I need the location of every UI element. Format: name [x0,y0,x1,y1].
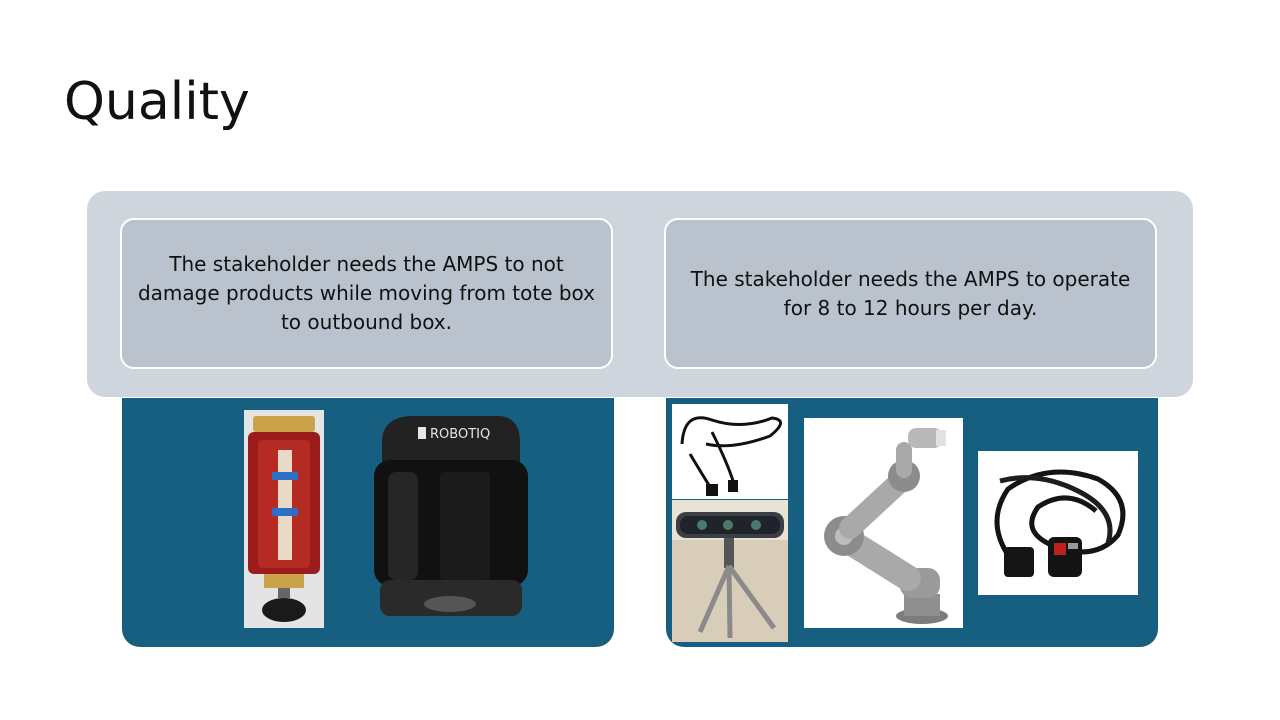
slide-title: Quality [64,72,250,132]
robotiq-gripper-image: ROBOTIQ [374,416,528,616]
requirement-text: The stakeholder needs the AMPS to not da… [137,252,596,334]
gripper-images-panel: ROBOTIQ [122,398,614,647]
depth-camera-image [672,500,788,642]
power-cable-image [978,451,1138,595]
robotiq-logo-text: ROBOTIQ [430,427,490,442]
requirement-card-uptime: The stakeholder needs the AMPS to operat… [664,218,1157,369]
robot-arm-image [804,418,963,628]
suction-gripper-image [244,410,324,628]
usb-cable-image [672,404,788,499]
requirement-card-damage: The stakeholder needs the AMPS to not da… [120,218,613,369]
requirement-text: The stakeholder needs the AMPS to operat… [690,266,1131,320]
hardware-images-panel [666,398,1158,647]
